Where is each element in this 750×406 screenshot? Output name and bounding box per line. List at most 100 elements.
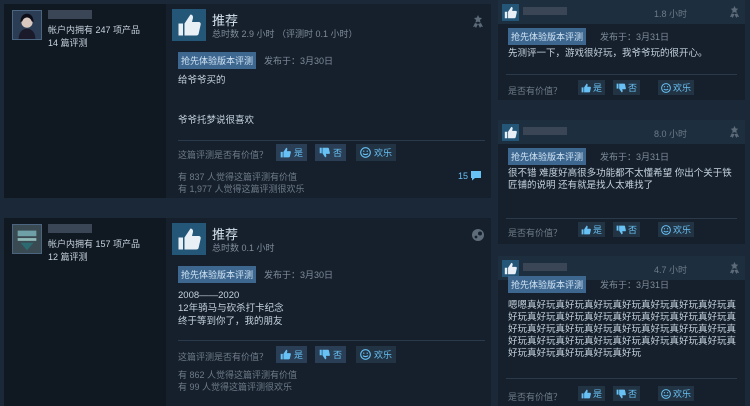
avatar[interactable] [12, 10, 42, 40]
yes-button[interactable]: 是 [276, 144, 308, 161]
review-text: 很不错 难度好高很多功能都不太懂希望 你出个关于铁匠铺的说明 还有就是找人太难找… [508, 168, 732, 191]
no-button[interactable]: 否 [315, 346, 347, 363]
review-text-line: 2008——2020 [178, 290, 240, 301]
reviewer-panel: 帐户内拥有 157 项产品 12 篇评测 [4, 218, 166, 406]
funny-button[interactable]: 欢乐 [658, 222, 695, 237]
review-card: 帐户内拥有 157 项产品 12 篇评测 推荐 总时数 0.1 小时 抢先体验版… [4, 218, 491, 406]
comment-icon [471, 171, 482, 181]
redacted-username[interactable] [48, 224, 92, 233]
owned-products[interactable]: 帐户内拥有 157 项产品 [48, 238, 140, 251]
no-label: 否 [628, 83, 638, 93]
no-label: 否 [628, 225, 638, 235]
yes-button[interactable]: 是 [578, 80, 606, 95]
helpful-count: 有 837 人觉得这篇评测有价值 [178, 172, 298, 182]
early-access-badge: 抢先体验版本评测 [178, 52, 257, 69]
helpful-question: 这篇评测是否有价值？ [178, 150, 269, 160]
yes-label: 是 [593, 389, 603, 399]
early-access-badge: 抢先体验版本评测 [508, 28, 587, 45]
review-text: 嗯嗯真好玩真好玩真好玩真好玩真好玩真好玩真好玩真好玩真好玩真好玩真好玩真好玩真好… [508, 300, 737, 359]
thumbs-up-icon [504, 262, 517, 275]
playtime: 总时数 0.1 小时 [212, 243, 275, 253]
smiley-icon [661, 225, 671, 235]
posted-date: 发布于：3月31日 [600, 152, 670, 162]
yes-label: 是 [593, 225, 603, 235]
reviewer-panel: 帐户内拥有 247 项产品 14 篇评测 [4, 4, 166, 198]
recommend-thumb [502, 124, 519, 141]
recommend-thumb [172, 9, 206, 41]
divider [178, 140, 485, 141]
funny-label: 欢乐 [374, 350, 393, 360]
review-text-line: 终于等到你了，我的朋友 [178, 316, 283, 327]
helpful-count: 有 862 人觉得这篇评测有价值 [178, 370, 298, 380]
recommend-thumb [502, 260, 519, 277]
thumbs-down-icon [616, 225, 626, 235]
funny-label: 欢乐 [673, 389, 692, 399]
no-button[interactable]: 否 [613, 386, 641, 401]
no-button[interactable]: 否 [613, 222, 641, 237]
review-body: 推荐 总时数 2.9 小时 （评测时 0.1 小时） 抢先体验版本评测 发布于：… [172, 4, 491, 198]
award-icon[interactable] [728, 5, 741, 18]
posted-date: 发布于：3月30日 [264, 56, 334, 66]
short-reviews-column: 1.8 小时 抢先体验版本评测 发布于：3月31日 先测评一下，游戏很好玩，我爷… [493, 0, 750, 406]
card-header: 1.8 小时 [498, 0, 745, 24]
yes-button[interactable]: 是 [578, 222, 606, 237]
redacted-username[interactable] [523, 7, 567, 15]
thumbs-up-icon [280, 147, 291, 158]
recommend-thumb [172, 223, 206, 255]
no-button[interactable]: 否 [613, 80, 641, 95]
funny-label: 欢乐 [374, 148, 393, 158]
thumbs-up-icon [177, 227, 201, 251]
thumbs-up-icon [581, 389, 591, 399]
redacted-username[interactable] [523, 127, 567, 135]
smiley-icon [360, 147, 371, 158]
comments-link[interactable]: 15 [458, 170, 482, 181]
yes-button[interactable]: 是 [276, 346, 308, 363]
award-icon[interactable] [471, 14, 485, 28]
funny-label: 欢乐 [673, 83, 692, 93]
short-review-card: 1.8 小时 抢先体验版本评测 发布于：3月31日 先测评一下，游戏很好玩，我爷… [498, 0, 745, 100]
award-icon[interactable] [728, 261, 741, 274]
review-count[interactable]: 14 篇评测 [48, 37, 140, 50]
smiley-icon [661, 83, 671, 93]
short-review-card: 8.0 小时 抢先体验版本评测 发布于：3月31日 很不错 难度好高很多功能都不… [498, 120, 745, 244]
yes-label: 是 [593, 83, 603, 93]
early-access-badge: 抢先体验版本评测 [178, 266, 257, 283]
redacted-username[interactable] [523, 263, 567, 271]
no-label: 否 [333, 148, 343, 158]
no-label: 否 [333, 350, 343, 360]
playtime: 8.0 小时 [653, 129, 687, 139]
thumbs-up-icon [280, 349, 291, 360]
smiley-icon [661, 389, 671, 399]
avatar[interactable] [12, 224, 42, 254]
review-body: 推荐 总时数 0.1 小时 抢先体验版本评测 发布于：3月30日 2008——2… [172, 218, 491, 406]
owned-products[interactable]: 帐户内拥有 247 项产品 [48, 24, 140, 37]
short-review-card: 4.7 小时 抢先体验版本评测 发布于：3月31日 嗯嗯真好玩真好玩真好玩真好玩… [498, 256, 745, 406]
funny-count: 有 99 人觉得这篇评测很欢乐 [178, 382, 293, 392]
review-count[interactable]: 12 篇评测 [48, 251, 140, 264]
reviewer-stats: 帐户内拥有 157 项产品 12 篇评测 [48, 238, 140, 264]
helpful-question: 是否有价值？ [508, 86, 563, 96]
yes-button[interactable]: 是 [578, 386, 606, 401]
funny-button[interactable]: 欢乐 [658, 386, 695, 401]
helpful-question: 是否有价值？ [508, 228, 563, 238]
reviewer-stats: 帐户内拥有 247 项产品 14 篇评测 [48, 24, 140, 50]
divider [178, 340, 485, 341]
redacted-username[interactable] [48, 10, 92, 19]
thumbs-up-icon [581, 225, 591, 235]
divider [506, 218, 737, 219]
funny-button[interactable]: 欢乐 [356, 144, 397, 161]
no-label: 否 [628, 389, 638, 399]
funny-button[interactable]: 欢乐 [658, 80, 695, 95]
thumbs-down-icon [319, 147, 330, 158]
yes-label: 是 [294, 350, 304, 360]
playtime: 1.8 小时 [653, 9, 687, 19]
card-header: 8.0 小时 [498, 120, 745, 144]
funny-button[interactable]: 欢乐 [356, 346, 397, 363]
smiley-icon [360, 349, 371, 360]
award-icon[interactable] [728, 125, 741, 138]
steam-icon [472, 229, 484, 241]
posted-date: 发布于：3月31日 [600, 32, 670, 42]
no-button[interactable]: 否 [315, 144, 347, 161]
thumbs-up-icon [504, 126, 517, 139]
early-access-badge: 抢先体验版本评测 [508, 276, 587, 293]
